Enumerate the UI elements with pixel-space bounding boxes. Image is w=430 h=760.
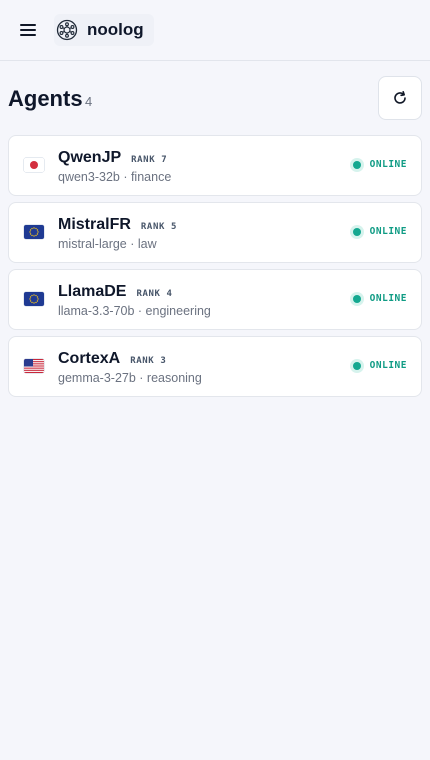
jp-flag-icon (24, 158, 44, 172)
refresh-button[interactable] (378, 76, 422, 120)
agent-meta: gemma-3-27b · reasoning (58, 371, 202, 385)
agent-rank: RANK 4 (136, 289, 173, 299)
status-label: ONLINE (369, 293, 407, 304)
status-badge: ONLINE (352, 360, 407, 371)
agent-name-row: MistralFR RANK 5 (58, 216, 177, 234)
eu-flag-icon (24, 292, 44, 306)
status-badge: ONLINE (352, 226, 407, 237)
online-dot-icon (352, 160, 361, 169)
agent-card[interactable]: LlamaDE RANK 4 llama-3.3-70b · engineeri… (8, 269, 422, 330)
noolog-logo-icon (56, 19, 78, 41)
agent-name-row: LlamaDE RANK 4 (58, 283, 173, 301)
agent-name: CortexA (58, 350, 121, 367)
agent-rank: RANK 5 (140, 222, 178, 232)
agent-meta: mistral-large · law (58, 237, 157, 251)
hamburger-menu-icon[interactable] (20, 23, 36, 37)
us-flag-icon (24, 359, 44, 373)
status-label: ONLINE (369, 159, 407, 170)
app-name: noolog (87, 20, 144, 39)
top-bar: noolog (0, 0, 430, 61)
agent-list: QwenJP RANK 7 qwen3-32b · finance ONLINE… (0, 135, 430, 397)
status-badge: ONLINE (352, 159, 407, 170)
agent-meta: qwen3-32b · finance (58, 170, 172, 184)
eu-flag-icon (24, 225, 44, 239)
agent-meta: llama-3.3-70b · engineering (58, 304, 211, 318)
agent-name-row: CortexA RANK 3 (58, 350, 166, 368)
status-label: ONLINE (369, 360, 407, 371)
online-dot-icon (352, 361, 361, 370)
agent-card[interactable]: CortexA RANK 3 gemma-3-27b · reasoning O… (8, 336, 422, 397)
refresh-icon (394, 91, 406, 104)
agent-name: QwenJP (58, 149, 122, 166)
agent-name: LlamaDE (58, 283, 127, 300)
online-dot-icon (352, 294, 361, 303)
agent-count: 4 (85, 94, 93, 109)
online-dot-icon (352, 227, 361, 236)
agent-name-row: QwenJP RANK 7 (58, 149, 167, 167)
agent-card[interactable]: MistralFR RANK 5 mistral-large · law ONL… (8, 202, 422, 263)
status-badge: ONLINE (352, 293, 407, 304)
agent-rank: RANK 3 (130, 356, 167, 366)
status-label: ONLINE (369, 226, 407, 237)
page-title: Agents (8, 86, 83, 111)
agent-rank: RANK 7 (131, 155, 168, 165)
agent-name: MistralFR (58, 216, 131, 233)
brand[interactable]: noolog (54, 14, 154, 46)
agent-card[interactable]: QwenJP RANK 7 qwen3-32b · finance ONLINE (8, 135, 422, 196)
page-header: Agents 4 (0, 61, 430, 135)
